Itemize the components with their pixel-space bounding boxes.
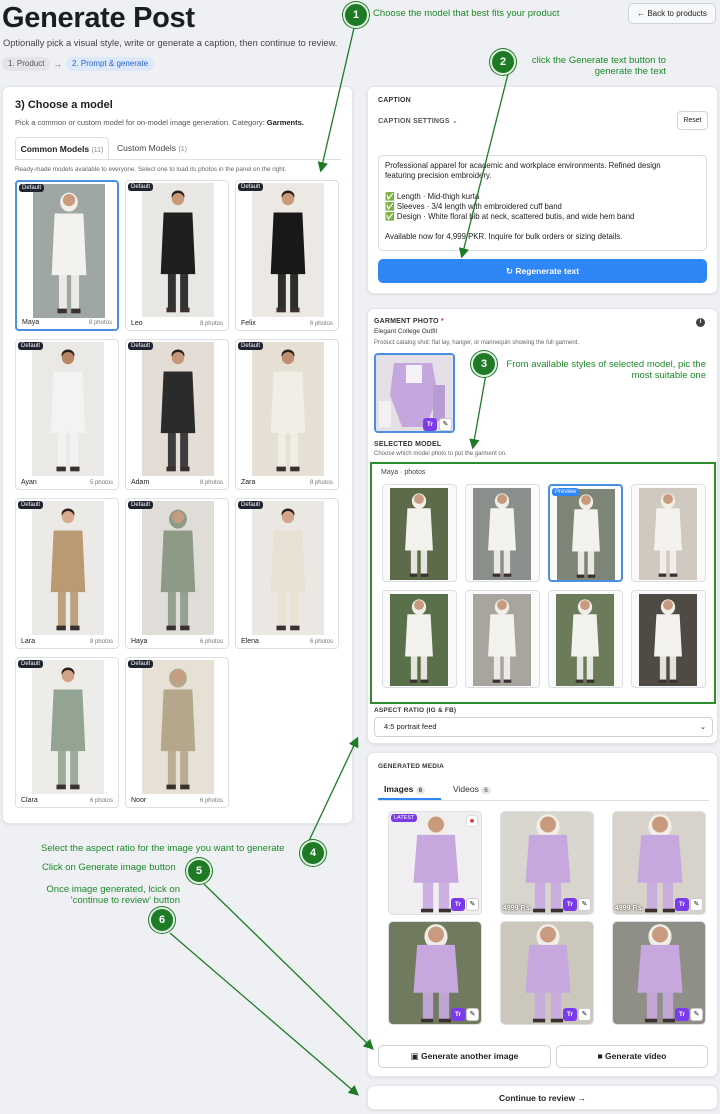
annotation-badge-4: 4 [300, 840, 326, 866]
annotation-arrows [169, 27, 509, 1096]
annotation-badge-3: 3 [471, 351, 497, 377]
annotation-text-3: From available styles of selected model,… [506, 359, 706, 381]
annotation-badge-1: 1 [343, 2, 369, 28]
annotation-arrow-5 [203, 883, 374, 1050]
annotation-badge-2: 2 [490, 49, 516, 75]
annotation-arrow-2 [458, 73, 509, 259]
annotation-text-4: Select the aspect ratio for the image yo… [41, 843, 285, 854]
annotation-arrow-4 [306, 736, 359, 846]
annotation-badge-6: 6 [149, 907, 175, 933]
annotation-text-1: Choose the model that best fits your pro… [373, 8, 560, 19]
annotation-arrow-3 [469, 373, 487, 450]
annotation-badge-5: 5 [186, 858, 212, 884]
annotation-arrow-1 [317, 27, 355, 173]
annotation-text-5: Click on Generate image button [42, 862, 176, 873]
annotation-text-6: Once image generated, lcick on 'continue… [46, 884, 180, 906]
annotation-text-2: click the Generate text button to genera… [531, 55, 666, 77]
annotation-arrow-6 [169, 932, 359, 1096]
